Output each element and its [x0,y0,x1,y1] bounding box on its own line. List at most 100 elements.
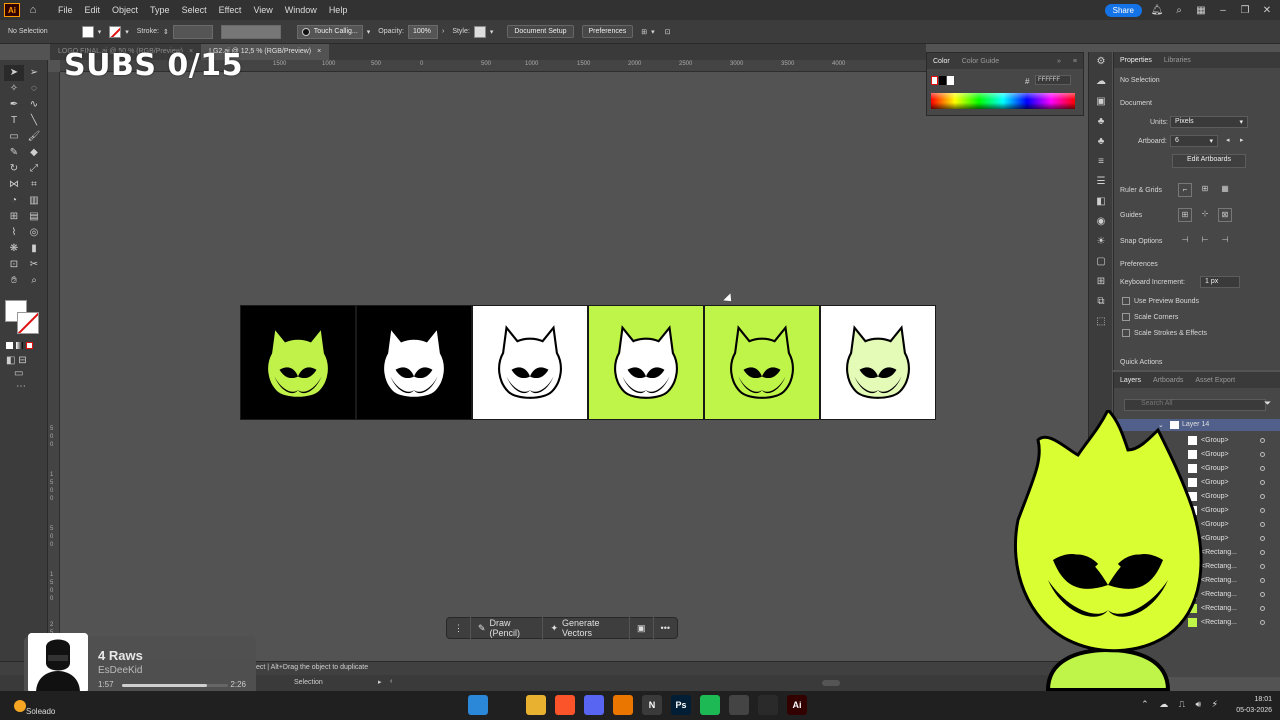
brush-dropdown[interactable]: Touch Callig... [296,24,363,39]
libraries-panel-icon[interactable]: ☁ [1089,72,1113,92]
chevron-down-icon[interactable]: ▾ [651,28,655,36]
use-preview-bounds-checkbox[interactable] [1122,297,1130,305]
scale-corners-checkbox[interactable] [1122,313,1130,321]
transparency-grid-icon[interactable]: ▦ [1218,183,1232,197]
brush-control[interactable]: Touch Callig... ▾ [296,24,371,39]
tab-color-guide[interactable]: Color Guide [956,58,1005,65]
close-icon[interactable]: × [317,44,321,60]
magic-wand-tool-icon[interactable]: ✧ [4,81,24,97]
menu-select[interactable]: Select [176,0,213,20]
file-explorer-taskbar-icon[interactable] [526,695,546,715]
tab-color[interactable]: Color [927,58,956,65]
visibility-icon[interactable] [1260,437,1265,443]
chevron-down-icon[interactable]: ▾ [490,28,494,36]
fill-control[interactable]: ▾ [81,25,101,38]
width-tool-icon[interactable]: ⋈ [4,177,24,193]
snap-point-icon[interactable]: ⊣ [1178,234,1192,248]
chevron-down-icon[interactable]: ▾ [367,28,371,36]
panel-menu-icon[interactable]: ⊡ [665,28,671,36]
scale-strokes-option[interactable]: Scale Strokes & Effects [1122,329,1207,337]
artboard-1[interactable] [240,305,356,420]
visibility-icon[interactable] [1260,493,1265,499]
snap-grid-icon[interactable]: ⊢ [1198,234,1212,248]
visibility-icon[interactable] [1260,451,1265,457]
visibility-icon[interactable] [1260,465,1265,471]
tab-asset-export[interactable]: Asset Export [1189,377,1241,384]
weather-widget[interactable]: Soleado [14,695,55,716]
symbols-panel-icon[interactable]: ♣ [1089,132,1113,152]
tab-layers[interactable]: Layers [1114,377,1147,384]
gradient-tool-icon[interactable]: ▤ [24,209,44,225]
lock-guides-icon[interactable]: ⊠ [1218,208,1232,222]
direct-selection-tool-icon[interactable]: ➢ [24,65,44,81]
spotify-taskbar-icon[interactable] [700,695,720,715]
edit-artboards-button[interactable]: Edit Artboards [1172,154,1246,168]
scale-corners-option[interactable]: Scale Corners [1122,313,1178,321]
transparency-panel-icon[interactable]: ◉ [1089,212,1113,232]
tab-properties[interactable]: Properties [1114,57,1158,64]
home-icon[interactable]: ⌂ [26,3,40,17]
show-guides-icon[interactable]: ⊞ [1178,208,1192,222]
workspace-icon[interactable]: ▦ [1194,5,1208,16]
hex-field[interactable]: FFFFFF [1035,75,1071,85]
white-swatch[interactable] [947,76,954,85]
artboard-4[interactable] [588,305,704,420]
properties-panel-icon[interactable]: ⚙ [1089,52,1113,72]
obs-taskbar-icon[interactable] [758,695,778,715]
eraser-tool-icon[interactable]: ◆ [24,145,44,161]
close-icon[interactable]: ✕ [1260,5,1274,16]
preferences-button[interactable]: Preferences [581,25,634,38]
none-mode-icon[interactable] [26,342,33,349]
status-menu-icon[interactable]: ▸ [378,678,382,686]
menu-object[interactable]: Object [106,0,144,20]
visibility-icon[interactable] [1260,479,1265,485]
shape-builder-tool-icon[interactable]: ◔ [4,193,24,209]
visibility-icon[interactable] [1260,619,1265,625]
chevron-down-icon[interactable]: ▾ [125,28,129,36]
app-taskbar-icon[interactable] [729,695,749,715]
type-tool-icon[interactable]: T [4,113,24,129]
collapse-icon[interactable]: » [1051,58,1067,65]
stroke-stepper[interactable]: ⇕ [163,28,169,36]
next-artboard-icon[interactable]: ▸ [1240,136,1244,144]
blend-tool-icon[interactable]: ◎ [24,225,44,241]
lasso-tool-icon[interactable]: ◌ [24,81,44,97]
filter-icon[interactable]: ⏷ [1264,398,1271,409]
line-tool-icon[interactable]: ╲ [24,113,44,129]
visibility-icon[interactable] [1260,535,1265,541]
playback-progress[interactable] [122,684,228,687]
stroke-panel-icon[interactable]: ☰ [1089,172,1113,192]
variable-width-profile[interactable] [220,24,281,39]
paintbrush-tool-icon[interactable]: 🖌︎ [24,129,44,145]
fill-stroke-widget[interactable] [5,300,41,336]
stroke-swatch[interactable] [109,25,122,38]
status-back-icon[interactable]: ‹ [390,678,392,685]
snap-pixel-icon[interactable]: ⊣ [1218,234,1232,248]
stroke-swatch-control[interactable]: ▾ [109,25,129,38]
pathfinder-panel-icon[interactable]: ⧉ [1089,292,1113,312]
fill-swatch[interactable] [81,25,94,38]
rotate-tool-icon[interactable]: ↻ [4,161,24,177]
tab-artboards[interactable]: Artboards [1147,377,1189,384]
mesh-tool-icon[interactable]: ⊞ [4,209,24,225]
photoshop-taskbar-icon[interactable]: Ps [671,695,691,715]
minimize-icon[interactable]: – [1216,5,1230,16]
pencil-tool-icon[interactable]: ✎ [4,145,24,161]
hand-tool-icon[interactable]: ✋︎ [4,273,24,289]
tab-libraries[interactable]: Libraries [1158,57,1197,64]
more-tools-icon[interactable]: ⋯ [16,381,47,392]
menu-edit[interactable]: Edit [79,0,107,20]
artboard-6[interactable] [820,305,936,420]
visibility-icon[interactable] [1260,507,1265,513]
visibility-icon[interactable] [1260,591,1265,597]
more-options-icon[interactable]: ••• [652,617,677,639]
menu-file[interactable]: File [52,0,79,20]
generate-vectors-button[interactable]: ✦ Generate Vectors [542,617,629,639]
discord-taskbar-icon[interactable] [584,695,604,715]
windows-start-taskbar-icon[interactable] [468,695,488,715]
horizontal-scrollbar[interactable] [822,680,840,686]
panel-menu-icon[interactable]: ≡ [1067,58,1083,65]
arrange-icon[interactable]: ⊞ [641,28,647,36]
visibility-icon[interactable] [1260,521,1265,527]
align-panel-icon[interactable]: ⊞ [1089,272,1113,292]
